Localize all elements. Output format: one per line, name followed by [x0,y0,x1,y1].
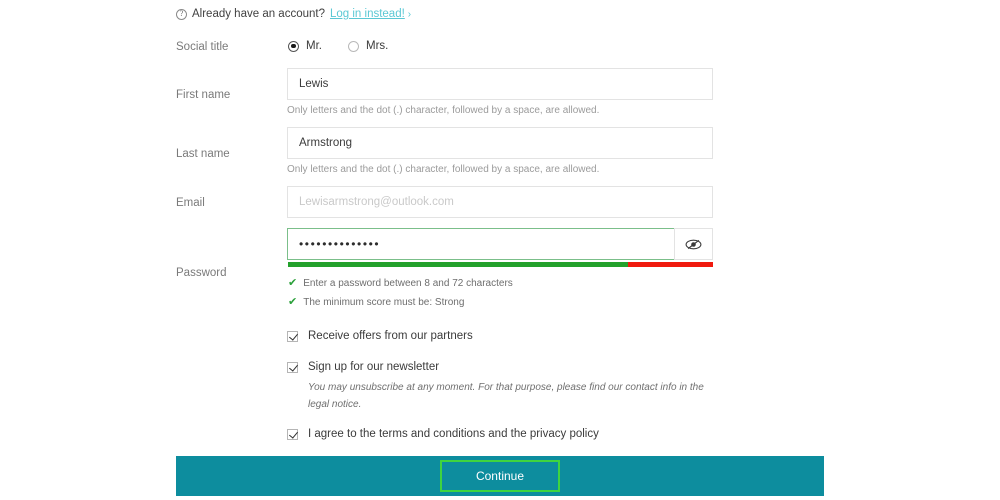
checkbox-partners[interactable]: Receive offers from our partners [287,329,473,343]
radio-mrs-indicator[interactable] [347,40,359,52]
checkbox-newsletter-description: You may unsubscribe at any moment. For t… [308,382,704,410]
password-requirement-item: ✔ Enter a password between 8 and 72 char… [288,277,513,290]
first-name-field-col: Only letters and the dot (.) character, … [287,68,713,116]
checkbox-terms-box[interactable] [287,429,298,440]
radio-mrs-label: Mrs. [365,40,389,52]
question-circle-icon: ? [176,8,187,20]
continue-button[interactable]: Continue [439,460,561,492]
password-strength-bar [288,262,713,267]
chevron-right-icon: › [407,8,412,20]
checkbox-terms-label: I agree to the terms and conditions and … [308,428,599,440]
first-name-input[interactable] [287,68,713,100]
social-title-radio-group: Mr. Mrs. [288,40,414,52]
password-strength-filled [288,262,628,267]
last-name-hint: Only letters and the dot (.) character, … [287,164,600,175]
password-input-group [287,228,713,260]
password-requirements: ✔ Enter a password between 8 and 72 char… [288,278,513,316]
radio-mr-indicator[interactable] [288,40,299,52]
check-icon: ✔ [288,277,298,289]
password-strength-remaining [628,262,713,267]
radio-mr-label: Mr. [306,40,322,52]
email-input[interactable] [287,186,713,218]
password-input[interactable] [287,228,674,260]
form-footer-bar: Continue [176,456,824,496]
password-requirement-text: The minimum score must be: Strong [303,297,465,308]
email-label: Email [176,197,205,209]
checkbox-partners-label: Receive offers from our partners [308,330,473,342]
radio-option-mrs[interactable]: Mrs. [347,40,389,52]
checkbox-newsletter[interactable]: Sign up for our newsletter [287,360,712,374]
email-field-col [287,186,713,218]
last-name-field-col: Only letters and the dot (.) character, … [287,127,713,175]
checkbox-newsletter-block: Sign up for our newsletter You may unsub… [287,360,712,413]
password-requirement-item: ✔ The minimum score must be: Strong [288,296,513,309]
checkbox-newsletter-label: Sign up for our newsletter [308,361,440,373]
last-name-input[interactable] [287,127,713,159]
password-visibility-toggle[interactable] [674,228,713,260]
checkbox-terms[interactable]: I agree to the terms and conditions and … [287,427,599,441]
first-name-hint: Only letters and the dot (.) character, … [287,105,600,116]
account-notice-text: Already have an account? [192,8,325,20]
log-in-instead-link[interactable]: Log in instead! [330,8,405,20]
registration-form-page: ? Already have an account? Log in instea… [0,0,1000,500]
password-label: Password [176,267,227,279]
check-icon: ✔ [288,296,298,308]
account-notice: ? Already have an account? Log in instea… [176,8,411,20]
checkbox-terms-block: I agree to the terms and conditions and … [287,427,599,441]
checkbox-partners-box[interactable] [287,331,298,342]
social-title-label: Social title [176,41,229,53]
radio-option-mr[interactable]: Mr. [288,40,322,52]
checkbox-partners-block: Receive offers from our partners [287,329,473,343]
checkbox-newsletter-box[interactable] [287,362,298,373]
first-name-label: First name [176,89,231,101]
password-requirement-text: Enter a password between 8 and 72 charac… [303,278,513,289]
last-name-label: Last name [176,148,230,160]
eye-slash-icon [685,239,702,249]
